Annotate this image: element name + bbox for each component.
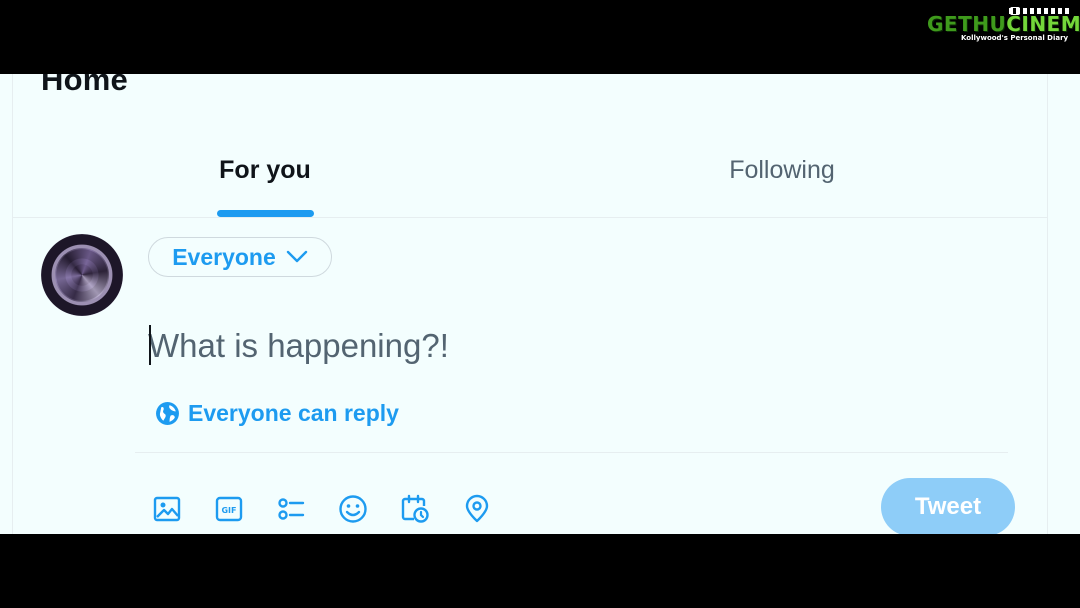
chevron-down-icon <box>286 250 307 263</box>
svg-text:GIF: GIF <box>221 506 236 515</box>
watermark-brand: GETHUCINEMA <box>927 12 1080 36</box>
location-icon <box>465 494 489 523</box>
reply-setting-label: Everyone can reply <box>188 400 399 426</box>
schedule-icon <box>401 494 429 523</box>
gif-icon: GIF <box>215 496 243 522</box>
home-timeline: Home For you Following Everyone Everyone… <box>0 74 1080 534</box>
reply-setting-button[interactable]: Everyone can reply <box>155 400 399 427</box>
tab-for-you[interactable]: For you <box>135 156 395 185</box>
emoji-button[interactable] <box>336 492 370 526</box>
gif-button[interactable]: GIF <box>212 492 246 526</box>
location-button[interactable] <box>460 492 494 526</box>
tweet-button[interactable]: Tweet <box>881 478 1015 534</box>
page-title: Home <box>41 74 128 97</box>
poll-button[interactable] <box>274 492 308 526</box>
active-tab-indicator <box>217 210 314 217</box>
media-icon <box>153 496 181 522</box>
audience-selector-button[interactable]: Everyone <box>148 237 332 277</box>
composer-divider <box>135 452 1008 453</box>
text-caret <box>149 325 151 365</box>
audience-label: Everyone <box>172 243 276 270</box>
tabs-divider <box>12 217 1047 218</box>
media-button[interactable] <box>150 492 184 526</box>
column-border-left <box>12 74 13 534</box>
globe-icon <box>156 402 179 425</box>
poll-icon <box>278 498 305 520</box>
letterbox-top <box>0 0 1080 74</box>
watermark-tagline: Kollywood's Personal Diary <box>961 34 1069 42</box>
letterbox-bottom <box>0 534 1080 608</box>
compose-input[interactable] <box>148 324 848 368</box>
column-border-right <box>1047 74 1048 534</box>
schedule-button[interactable] <box>398 492 432 526</box>
watermark-logo: GETHUCINEMA Kollywood's Personal Diary <box>923 7 1080 46</box>
tab-following[interactable]: Following <box>652 156 912 185</box>
emoji-icon <box>339 495 367 523</box>
avatar[interactable] <box>41 234 123 316</box>
